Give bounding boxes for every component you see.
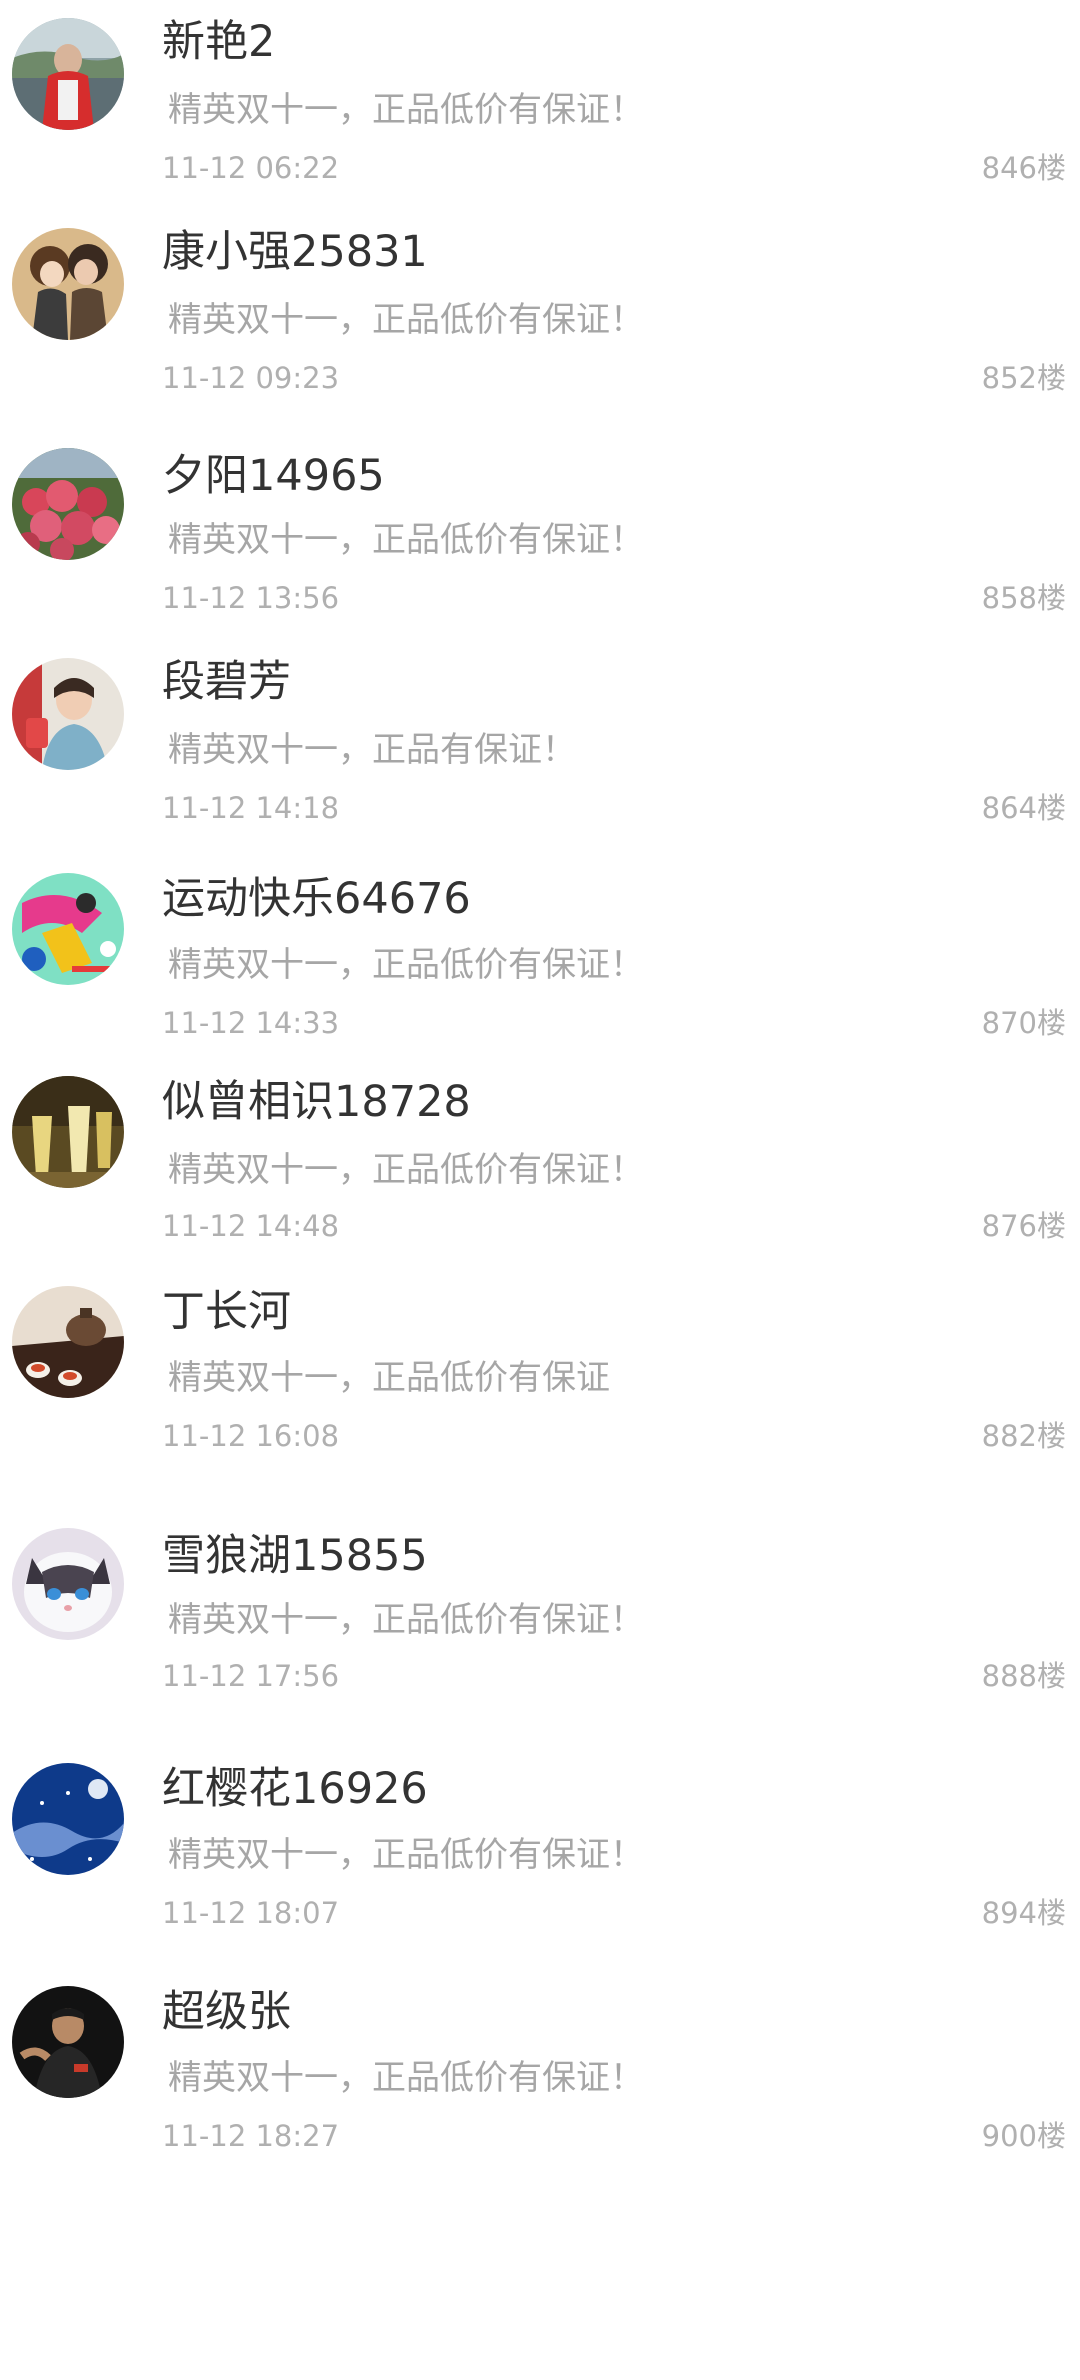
user-avatar[interactable] [12,1286,124,1398]
comment-text: 精英双十一，正品低价有保证 [168,1358,610,1398]
username[interactable]: 红樱花16926 [162,1763,428,1815]
user-avatar[interactable] [12,228,124,340]
user-avatar[interactable] [12,1763,124,1875]
comment-time: 11-12 18:07 [162,1896,340,1930]
comment-text: 精英双十一，正品低价有保证！ [168,1600,644,1640]
comment-time: 11-12 14:33 [162,1006,340,1040]
comment-text: 精英双十一，正品低价有保证！ [168,1835,644,1875]
username[interactable]: 运动快乐64676 [162,873,471,925]
user-avatar[interactable] [12,1986,124,2098]
comment-item: 运动快乐64676 精英双十一，正品低价有保证！ 11-12 14:33 870… [0,855,1080,1055]
comment-time: 11-12 06:22 [162,151,340,185]
floor-number: 894楼 [981,1896,1066,1930]
username[interactable]: 超级张 [162,1986,291,2038]
username[interactable]: 似曾相识18728 [162,1076,471,1128]
username[interactable]: 康小强25831 [162,226,428,278]
username[interactable]: 新艳2 [162,16,275,68]
user-avatar[interactable] [12,873,124,985]
floor-number: 858楼 [981,581,1066,615]
comment-item: 超级张 精英双十一，正品低价有保证！ 11-12 18:27 900楼 [0,1968,1080,2168]
comment-time: 11-12 17:56 [162,1659,340,1693]
floor-number: 900楼 [981,2119,1066,2153]
comment-time: 11-12 18:27 [162,2119,340,2153]
username[interactable]: 段碧芳 [162,656,291,708]
comment-text: 精英双十一，正品低价有保证！ [168,945,644,985]
comment-item: 新艳2 精英双十一，正品低价有保证！ 11-12 06:22 846楼 [0,0,1080,200]
comment-text: 精英双十一，正品低价有保证！ [168,300,644,340]
comment-text: 精英双十一，正品低价有保证！ [168,1150,644,1190]
floor-number: 870楼 [981,1006,1066,1040]
comment-item: 夕阳14965 精英双十一，正品低价有保证！ 11-12 13:56 858楼 [0,430,1080,630]
floor-number: 864楼 [981,791,1066,825]
comment-time: 11-12 16:08 [162,1419,340,1453]
username[interactable]: 雪狼湖15855 [162,1530,428,1582]
floor-number: 852楼 [981,361,1066,395]
comment-item: 红樱花16926 精英双十一，正品低价有保证！ 11-12 18:07 894楼 [0,1745,1080,1945]
user-avatar[interactable] [12,18,124,130]
username[interactable]: 夕阳14965 [162,450,385,502]
comment-time: 11-12 09:23 [162,361,340,395]
comment-item: 似曾相识18728 精英双十一，正品低价有保证！ 11-12 14:48 876… [0,1058,1080,1258]
comment-time: 11-12 14:48 [162,1209,340,1243]
comment-text: 精英双十一，正品低价有保证！ [168,90,644,130]
comment-time: 11-12 14:18 [162,791,340,825]
floor-number: 888楼 [981,1659,1066,1693]
user-avatar[interactable] [12,448,124,560]
comment-text: 精英双十一，正品低价有保证！ [168,520,644,560]
username[interactable]: 丁长河 [162,1286,291,1338]
comment-time: 11-12 13:56 [162,581,340,615]
comment-item: 段碧芳 精英双十一，正品有保证！ 11-12 14:18 864楼 [0,640,1080,840]
user-avatar[interactable] [12,1076,124,1188]
floor-number: 846楼 [981,151,1066,185]
floor-number: 882楼 [981,1419,1066,1453]
user-avatar[interactable] [12,1528,124,1640]
comment-item: 雪狼湖15855 精英双十一，正品低价有保证！ 11-12 17:56 888楼 [0,1508,1080,1708]
comment-item: 康小强25831 精英双十一，正品低价有保证！ 11-12 09:23 852楼 [0,210,1080,410]
comment-item: 丁长河 精英双十一，正品低价有保证 11-12 16:08 882楼 [0,1268,1080,1468]
floor-number: 876楼 [981,1209,1066,1243]
comment-text: 精英双十一，正品有保证！ [168,730,576,770]
comment-text: 精英双十一，正品低价有保证！ [168,2058,644,2098]
user-avatar[interactable] [12,658,124,770]
